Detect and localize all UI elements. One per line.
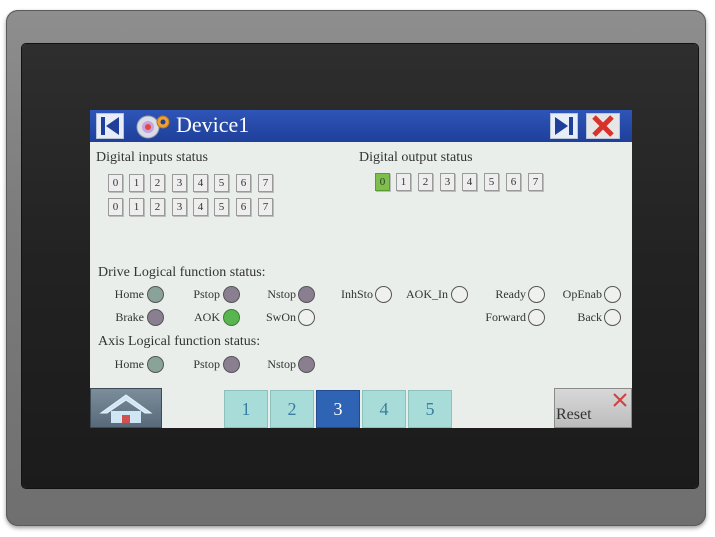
drive-nstop-label: Nstop: [267, 287, 296, 301]
drive-back-label: Back: [577, 310, 602, 324]
drive-swon-label: SwOn: [265, 310, 296, 324]
axis-home-label: Home: [114, 357, 144, 371]
output-bit: 2: [418, 173, 433, 191]
skip-forward-icon[interactable]: [550, 113, 578, 139]
reset-button[interactable]: Reset: [554, 388, 632, 428]
input-bit: 2: [150, 198, 165, 216]
input-bit: 7: [258, 198, 273, 216]
home-button[interactable]: [90, 388, 162, 428]
output-bit: 5: [484, 173, 499, 191]
drive-forward-label: Forward: [485, 310, 526, 324]
tab-2[interactable]: 2: [270, 390, 314, 428]
bottom-bar: 1 2 3 4 5 Reset: [90, 386, 632, 428]
digital-output-title: Digital output status: [359, 150, 473, 165]
output-bit: 4: [462, 173, 477, 191]
tab-5[interactable]: 5: [408, 390, 452, 428]
tab-1[interactable]: 1: [224, 390, 268, 428]
hmi-screen: Device1 Digital inputs status 0 1 2 3 4 …: [90, 110, 632, 428]
input-bit: 3: [172, 174, 187, 192]
reset-label: Reset: [556, 406, 592, 423]
input-bit: 4: [193, 174, 208, 192]
drive-home-indicator: [147, 286, 164, 303]
drive-ready-label: Ready: [495, 287, 526, 301]
drive-aok-label: AOK: [194, 310, 220, 324]
input-bit: 5: [214, 198, 229, 216]
output-bit: 3: [440, 173, 455, 191]
drive-aok-in-indicator: [451, 286, 468, 303]
tab-3[interactable]: 3: [316, 390, 360, 428]
input-bit: 4: [193, 198, 208, 216]
drive-brake-label: Brake: [115, 310, 144, 324]
drive-brake-indicator: [147, 309, 164, 326]
input-bit: 6: [236, 198, 251, 216]
digital-inputs-title: Digital inputs status: [96, 150, 208, 165]
output-bit: 1: [396, 173, 411, 191]
output-bit: 6: [506, 173, 521, 191]
title-bar: Device1: [90, 110, 632, 142]
close-icon: [613, 393, 627, 407]
axis-nstop-indicator: [298, 356, 315, 373]
drive-aok-indicator: [223, 309, 240, 326]
input-bit: 1: [129, 174, 144, 192]
drive-forward-indicator: [528, 309, 545, 326]
input-bit: 7: [258, 174, 273, 192]
input-bit: 0: [108, 174, 123, 192]
drive-back-indicator: [604, 309, 621, 326]
drive-status-title: Drive Logical function status:: [98, 265, 266, 280]
device-settings-icon: [132, 113, 172, 139]
drive-nstop-indicator: [298, 286, 315, 303]
window-title: Device1: [176, 112, 250, 137]
drive-home-label: Home: [114, 287, 144, 301]
drive-aok-in-label: AOK_In: [406, 287, 448, 301]
drive-ready-indicator: [528, 286, 545, 303]
output-bit: 7: [528, 173, 543, 191]
input-bit: 1: [129, 198, 144, 216]
axis-status-title: Axis Logical function status:: [98, 334, 261, 349]
axis-pstop-indicator: [223, 356, 240, 373]
input-bit: 2: [150, 174, 165, 192]
input-bit: 5: [214, 174, 229, 192]
drive-inhsto-label: InhSto: [340, 287, 373, 301]
input-bit: 3: [172, 198, 187, 216]
input-bit: 0: [108, 198, 123, 216]
axis-home-indicator: [147, 356, 164, 373]
input-bit: 6: [236, 174, 251, 192]
drive-pstop-indicator: [223, 286, 240, 303]
home-icon: [99, 394, 153, 423]
skip-back-icon[interactable]: [96, 113, 124, 139]
drive-openab-label: OpEnab: [562, 287, 602, 301]
axis-pstop-label: Pstop: [193, 357, 220, 371]
drive-swon-indicator: [298, 309, 315, 326]
close-icon[interactable]: [586, 113, 620, 139]
tab-4[interactable]: 4: [362, 390, 406, 428]
output-bit: 0: [375, 173, 390, 191]
drive-openab-indicator: [604, 286, 621, 303]
axis-nstop-label: Nstop: [267, 357, 296, 371]
drive-pstop-label: Pstop: [193, 287, 220, 301]
drive-inhsto-indicator: [375, 286, 392, 303]
